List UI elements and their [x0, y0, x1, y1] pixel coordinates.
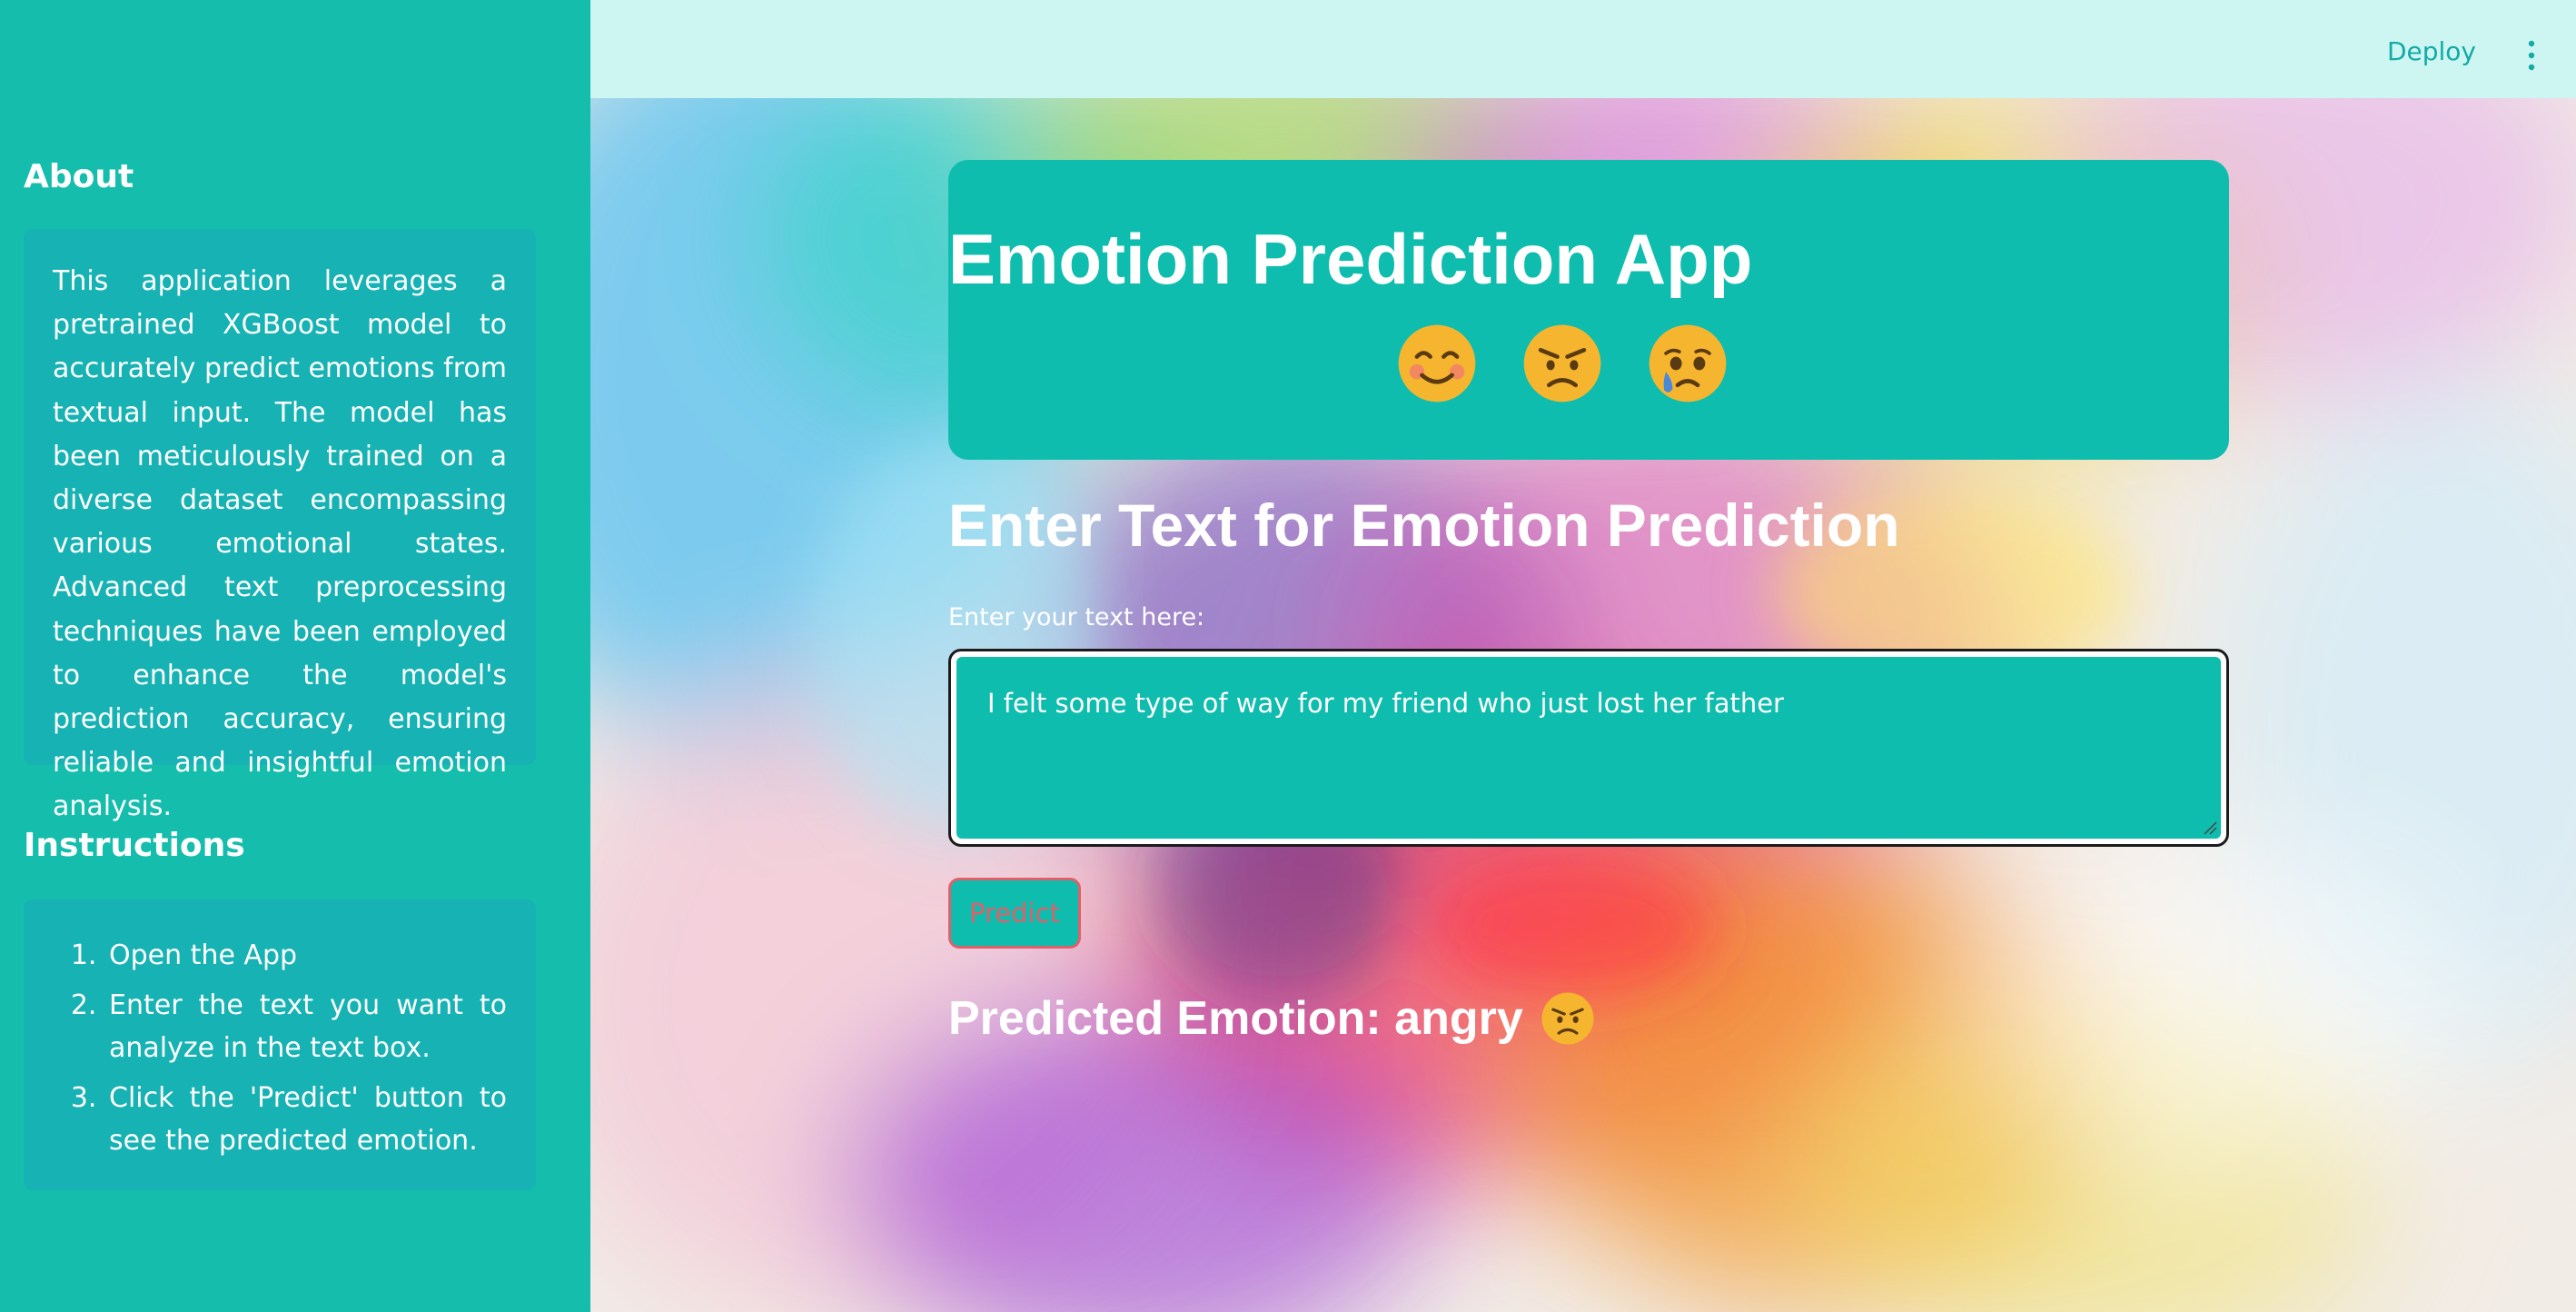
section-title: Enter Text for Emotion Prediction	[948, 492, 1900, 559]
deploy-button[interactable]: Deploy	[2387, 36, 2476, 66]
about-text: This application leverages a pretrained …	[53, 265, 507, 823]
top-toolbar: Deploy	[590, 0, 2576, 98]
instructions-heading: Instructions	[24, 827, 245, 864]
main-area: Deploy Emotion Prediction App Enter Text…	[590, 0, 2576, 1312]
angry-face-icon	[1541, 992, 1594, 1045]
instructions-list: Open the App Enter the text you want to …	[53, 934, 507, 1162]
textarea-frame: I felt some type of way for my friend wh…	[948, 649, 2229, 847]
angry-face-icon	[1523, 324, 1601, 403]
sidebar: About This application leverages a pretr…	[0, 0, 590, 1312]
crying-face-icon	[1649, 324, 1727, 403]
about-box: This application leverages a pretrained …	[24, 229, 536, 822]
header-card	[948, 160, 2229, 460]
predict-button[interactable]: Predict	[948, 878, 1081, 949]
input-label: Enter your text here:	[948, 603, 1205, 631]
instruction-item: Click the 'Predict' button to see the pr…	[105, 1077, 507, 1162]
predicted-emotion: Predicted Emotion: angry	[948, 990, 1596, 1047]
instruction-item: Enter the text you want to analyze in th…	[105, 984, 507, 1069]
instruction-item: Open the App	[105, 934, 507, 977]
smiling-face-icon	[1398, 324, 1476, 403]
instructions-box: Open the App Enter the text you want to …	[24, 900, 536, 1190]
app-root: About This application leverages a pretr…	[0, 0, 2576, 1312]
app-title: Emotion Prediction App	[948, 219, 1753, 299]
text-input[interactable]: I felt some type of way for my friend wh…	[956, 657, 2221, 839]
predicted-emotion-text: Predicted Emotion: angry	[948, 992, 1523, 1045]
vertical-ellipsis-icon[interactable]	[2527, 40, 2536, 71]
about-heading: About	[24, 158, 134, 195]
resize-handle-icon[interactable]	[2203, 820, 2217, 835]
